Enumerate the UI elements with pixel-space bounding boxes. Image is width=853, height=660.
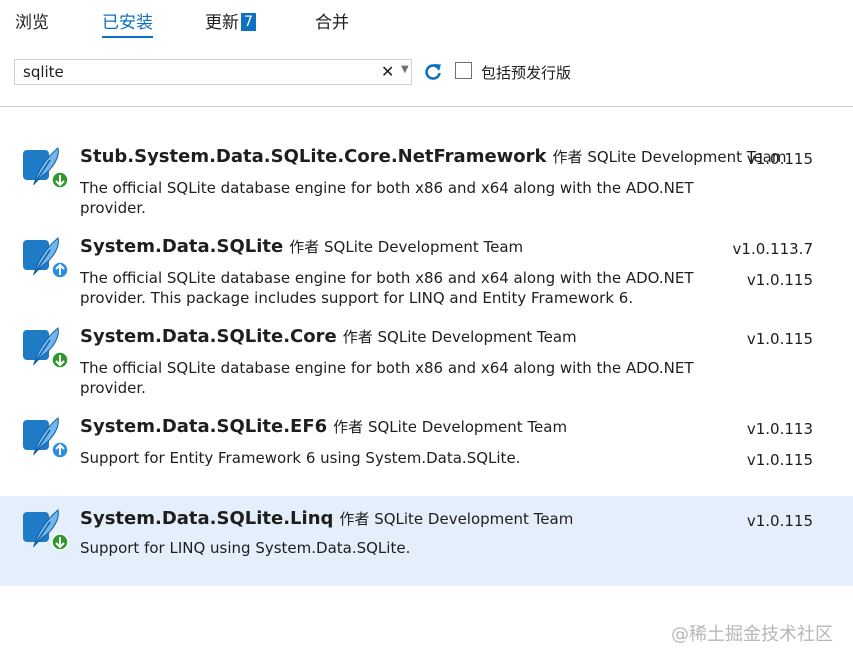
author-prefix: 作者 — [339, 510, 370, 528]
package-author: 作者 SQLite Development Team — [333, 418, 567, 436]
author-prefix: 作者 — [333, 418, 364, 436]
package-title: System.Data.SQLite.Linq — [80, 508, 334, 529]
watermark: @稀土掘金技术社区 — [671, 624, 833, 645]
sqlite-feather-icon — [23, 509, 69, 551]
divider — [0, 106, 853, 107]
prerelease-checkbox[interactable] — [455, 62, 472, 79]
installed-version: v1.0.115 — [746, 512, 813, 530]
package-description: Support for LINQ using System.Data.SQLit… — [80, 539, 411, 557]
installed-version: v1.0.115 — [746, 330, 813, 348]
package-title: System.Data.SQLite — [80, 236, 284, 257]
installed-version: v1.0.113.7 — [732, 240, 813, 258]
author-name: SQLite Development Team — [377, 328, 577, 346]
installed-version: v1.0.115 — [746, 150, 813, 168]
author-prefix: 作者 — [552, 148, 583, 166]
package-name: Stub.System.Data.SQLite.Core.NetFramewor… — [80, 146, 786, 167]
installed-version: v1.0.113 — [746, 420, 813, 438]
prerelease-label: 包括预发行版 — [481, 64, 572, 82]
package-author: 作者 SQLite Development Team — [289, 238, 523, 256]
package-author: 作者 SQLite Development Team — [339, 510, 573, 528]
search-box: ✕ ▼ — [14, 59, 412, 85]
sqlite-feather-icon — [23, 237, 69, 279]
refresh-icon[interactable] — [423, 62, 443, 82]
package-name: System.Data.SQLite.Linq 作者 SQLite Develop… — [80, 508, 573, 529]
tab-updates-label: 更新 — [205, 13, 239, 33]
sqlite-feather-icon — [23, 147, 69, 189]
author-prefix: 作者 — [289, 238, 320, 256]
updates-count-badge: 7 — [241, 13, 256, 31]
chevron-down-icon[interactable]: ▼ — [401, 64, 409, 75]
package-name: System.Data.SQLite.EF6 作者 SQLite Developm… — [80, 416, 567, 437]
tab-consolidate[interactable]: 合并 — [315, 12, 349, 34]
sqlite-feather-icon — [23, 417, 69, 459]
package-description: Support for Entity Framework 6 using Sys… — [80, 449, 521, 467]
tab-installed[interactable]: 已安装 — [102, 12, 153, 38]
author-name: SQLite Development Team — [367, 418, 568, 436]
tab-updates[interactable]: 更新 7 — [205, 12, 256, 34]
latest-version: v1.0.115 — [746, 271, 813, 289]
package-title: System.Data.SQLite.EF6 — [80, 416, 328, 437]
package-row-selected[interactable]: System.Data.SQLite.Linq 作者 SQLite Develop… — [0, 496, 853, 586]
sqlite-feather-icon — [23, 327, 69, 369]
author-prefix: 作者 — [342, 328, 373, 346]
tab-bar: 浏览 已安装 更新 7 合并 — [0, 0, 853, 48]
package-row[interactable]: System.Data.SQLite.EF6 作者 SQLite Developm… — [0, 380, 853, 470]
package-title: System.Data.SQLite.Core — [80, 326, 337, 347]
author-name: SQLite Development Team — [324, 238, 524, 256]
clear-search-icon[interactable]: ✕ — [381, 62, 394, 81]
package-title: Stub.System.Data.SQLite.Core.NetFramewor… — [80, 146, 547, 167]
search-input[interactable] — [23, 62, 363, 82]
package-row[interactable]: System.Data.SQLite.Core 作者 SQLite Develop… — [0, 290, 853, 397]
package-name: System.Data.SQLite.Core 作者 SQLite Develop… — [80, 326, 577, 347]
tab-browse[interactable]: 浏览 — [15, 12, 49, 34]
package-author: 作者 SQLite Development Team — [343, 328, 577, 346]
nuget-package-manager: 浏览 已安装 更新7 合并 ✕ ▼ 包括预发行版 Stub.System — [0, 0, 853, 660]
package-name: System.Data.SQLite 作者 SQLite Development … — [80, 236, 523, 257]
author-name: SQLite Development Team — [374, 510, 574, 528]
package-row[interactable]: Stub.System.Data.SQLite.Core.NetFramewor… — [0, 110, 853, 217]
package-row[interactable]: System.Data.SQLite 作者 SQLite Development … — [0, 200, 853, 307]
latest-version: v1.0.115 — [746, 451, 813, 469]
